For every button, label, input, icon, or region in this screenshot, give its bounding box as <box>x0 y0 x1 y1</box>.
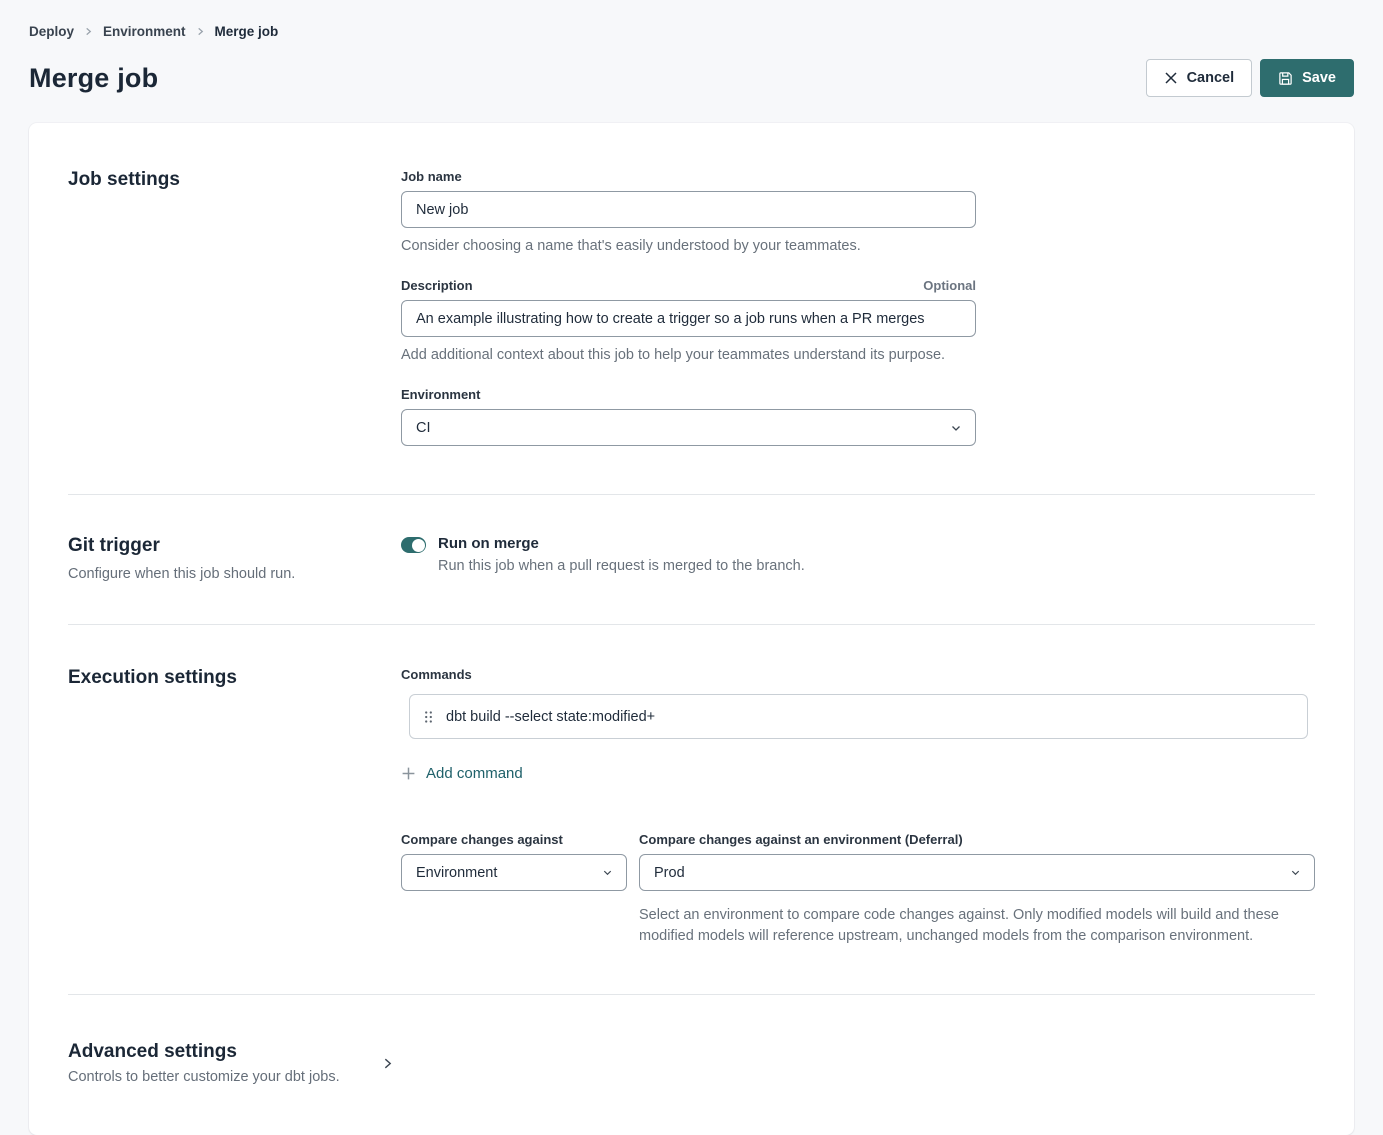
save-button[interactable]: Save <box>1260 59 1354 97</box>
command-input[interactable]: dbt build --select state:modified+ <box>446 709 655 725</box>
optional-badge: Optional <box>923 278 976 293</box>
breadcrumb-merge-job: Merge job <box>215 24 279 39</box>
section-execution-settings: Execution settings Commands dbt build --… <box>68 625 1315 994</box>
advanced-settings-text: Advanced settings Controls to better cus… <box>68 1041 381 1085</box>
description-input[interactable] <box>401 300 976 337</box>
git-trigger-heading-col: Git trigger Configure when this job shou… <box>68 535 401 582</box>
advanced-settings-title: Advanced settings <box>68 1041 381 1063</box>
chevron-right-icon <box>84 27 93 36</box>
compare-changes-select[interactable]: Environment <box>401 854 627 891</box>
job-name-field-group: Job name Consider choosing a name that's… <box>401 169 976 254</box>
environment-select-value: CI <box>416 420 431 436</box>
deferral-select[interactable]: Prod <box>639 854 1315 891</box>
environment-label: Environment <box>401 387 480 402</box>
page-title: Merge job <box>29 63 158 94</box>
chevron-right-icon[interactable] <box>381 1057 394 1070</box>
description-help: Add additional context about this job to… <box>401 347 976 363</box>
job-settings-heading-col: Job settings <box>68 169 401 446</box>
chevron-right-icon <box>196 27 205 36</box>
run-on-merge-help: Run this job when a pull request is merg… <box>438 558 805 574</box>
x-icon <box>1164 71 1178 85</box>
command-row: dbt build --select state:modified+ <box>409 694 1308 739</box>
description-label: Description <box>401 278 473 293</box>
execution-settings-heading-col: Execution settings <box>68 667 401 946</box>
job-name-help: Consider choosing a name that's easily u… <box>401 238 976 254</box>
breadcrumb: Deploy Environment Merge job <box>29 24 1354 39</box>
environment-field-group: Environment CI <box>401 387 976 446</box>
cancel-button[interactable]: Cancel <box>1146 59 1253 97</box>
job-settings-title: Job settings <box>68 169 401 191</box>
cancel-button-label: Cancel <box>1187 70 1235 86</box>
merge-job-page: Deploy Environment Merge job Merge job C… <box>0 0 1383 1135</box>
plus-icon <box>401 766 416 781</box>
environment-select[interactable]: CI <box>401 409 976 446</box>
execution-settings-content: Commands dbt build --select state:modifi… <box>401 667 1315 946</box>
chevron-down-icon <box>950 422 962 434</box>
deferral-help: Select an environment to compare code ch… <box>639 905 1284 946</box>
run-on-merge-text: Run on merge Run this job when a pull re… <box>438 535 805 574</box>
execution-settings-title: Execution settings <box>68 667 401 689</box>
chevron-down-icon <box>1290 867 1301 878</box>
save-button-label: Save <box>1302 70 1336 86</box>
section-advanced-settings[interactable]: Advanced settings Controls to better cus… <box>68 995 1315 1085</box>
job-name-input[interactable] <box>401 191 976 228</box>
deferral-select-value: Prod <box>654 865 685 881</box>
breadcrumb-deploy[interactable]: Deploy <box>29 24 74 39</box>
drag-handle-icon[interactable] <box>424 710 433 724</box>
deferral-field-group: Compare changes against an environment (… <box>639 832 1315 946</box>
page-header: Merge job Cancel Save <box>29 59 1354 97</box>
job-settings-form: Job name Consider choosing a name that's… <box>401 169 1315 446</box>
compare-changes-field-group: Compare changes against Environment <box>401 832 627 946</box>
git-trigger-subtitle: Configure when this job should run. <box>68 566 401 582</box>
add-command-button[interactable]: Add command <box>401 765 523 782</box>
job-name-label: Job name <box>401 169 462 184</box>
job-settings-card: Job settings Job name Consider choosing … <box>29 123 1354 1135</box>
commands-label: Commands <box>401 667 1315 682</box>
compare-row: Compare changes against Environment Comp… <box>401 832 1315 946</box>
floppy-disk-icon <box>1278 71 1293 86</box>
breadcrumb-environment[interactable]: Environment <box>103 24 186 39</box>
run-on-merge-row: Run on merge Run this job when a pull re… <box>401 535 1315 574</box>
advanced-settings-subtitle: Controls to better customize your dbt jo… <box>68 1069 381 1085</box>
git-trigger-title: Git trigger <box>68 535 401 557</box>
compare-changes-label: Compare changes against <box>401 832 563 847</box>
header-actions: Cancel Save <box>1146 59 1354 97</box>
description-field-group: Description Optional Add additional cont… <box>401 278 976 363</box>
compare-changes-select-value: Environment <box>416 865 497 881</box>
run-on-merge-toggle[interactable] <box>401 537 426 553</box>
git-trigger-content: Run on merge Run this job when a pull re… <box>401 535 1315 582</box>
add-command-label: Add command <box>426 765 523 782</box>
toggle-knob <box>412 539 425 552</box>
run-on-merge-label: Run on merge <box>438 535 805 552</box>
section-git-trigger: Git trigger Configure when this job shou… <box>68 495 1315 624</box>
deferral-label: Compare changes against an environment (… <box>639 832 963 847</box>
chevron-down-icon <box>602 867 613 878</box>
section-job-settings: Job settings Job name Consider choosing … <box>68 145 1315 494</box>
